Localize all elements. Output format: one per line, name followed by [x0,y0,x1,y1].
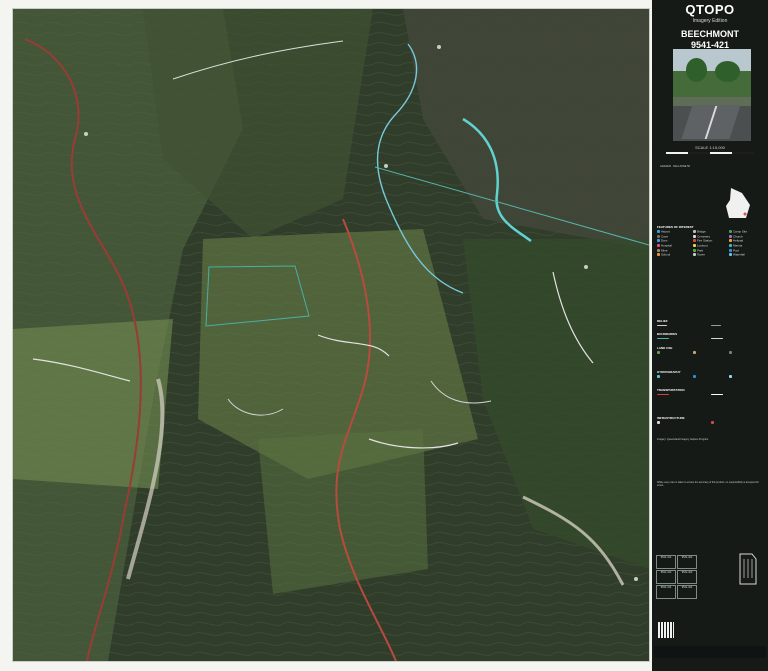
sheet-name: BEECHMONT [681,29,739,39]
land-use-symbol [693,351,727,355]
infrastructure-symbol [657,421,709,425]
legend-boundaries: BOUNDARIES [657,332,763,341]
legend-item: School [657,253,691,257]
legend-infrastructure-title: INFRASTRUCTURE [657,416,685,420]
legend-relief-line [711,324,763,327]
imagery-map[interactable] [12,8,650,662]
road-symbol [657,393,709,396]
legend-hydrography-title: HYDROGRAPHY [657,370,681,374]
road-symbol [711,393,763,396]
land-use-symbol [657,351,691,355]
imagery-note: Imagery: Queensland Imagery Capture Prog… [657,438,709,441]
land-use-symbols [657,351,763,355]
tree-image [715,61,740,82]
adjoining-sheet-box: 9541-424 [677,585,697,599]
adjoining-sheet-box: 9541-422 [677,555,697,569]
legend-features: FEATURES OF INTEREST Airport Bridge Camp… [657,225,763,257]
legend-item: Tower [693,253,727,257]
scale-label: SCALE 1:15,000 [695,145,725,150]
projection-note: GDA2020 · MGA ZONE 56 [660,165,690,168]
map-canvas [13,9,649,661]
adjoining-sheet-box: 9541-413 [656,570,676,584]
boundary-symbols [657,337,763,340]
legend-relief: RELIEF [657,319,763,328]
adjoining-sheet-box: 9541-412 [656,555,676,569]
adjoining-sheet-box: 9541-423 [677,570,697,584]
brand-title: QTOPO [685,2,735,17]
boundary-line-symbol [657,337,709,340]
land-use-symbol [729,351,763,355]
infrastructure-symbol [711,421,763,425]
tree-image [686,58,707,82]
legend-hydrography: HYDROGRAPHY [657,370,763,379]
legend-infrastructure: INFRASTRUCTURE [657,416,763,425]
legend-boundaries-title: BOUNDARIES [657,332,678,336]
edition-label: Imagery Edition [692,18,728,24]
legend-item: Waterfall [729,253,763,257]
scale-bar [666,152,754,154]
sheet-index-icon [739,553,757,585]
disclaimer-note: While every care is taken to ensure the … [657,481,759,487]
transport-symbols [657,393,763,396]
adjoining-sheet-box: 9541-414 [656,585,676,599]
water-symbol [729,375,763,379]
map-sheet: QTOPO Imagery Edition BEECHMONT 9541-421… [0,0,768,671]
legend-transportation-title: TRANSPORTATION [657,388,685,392]
legend-land-use: LAND USE [657,346,763,355]
boundary-line-symbol [711,337,763,340]
water-symbol [693,375,727,379]
legend-relief-title: RELIEF [657,319,668,323]
footer-banner [654,646,766,658]
legend-transportation: TRANSPORTATION [657,388,763,397]
legend-relief-line [657,324,709,327]
qr-code-icon [658,622,674,638]
legend-features-title: FEATURES OF INTEREST [657,225,694,229]
cover-photo [673,49,751,141]
relief-symbols [657,324,763,327]
legend-land-use-title: LAND USE [657,346,673,350]
adjoining-sheets-diagram: 9541-412 9541-422 9541-413 9541-423 9541… [656,555,720,611]
hydrography-symbols [657,375,763,379]
queensland-locator-icon [726,188,750,218]
water-symbol [657,375,691,379]
infrastructure-symbols [657,421,763,425]
legend-panel: QTOPO Imagery Edition BEECHMONT 9541-421… [652,0,768,671]
legend-symbol-grid: Airport Bridge Camp Site Cave Cemetery C… [657,230,763,257]
